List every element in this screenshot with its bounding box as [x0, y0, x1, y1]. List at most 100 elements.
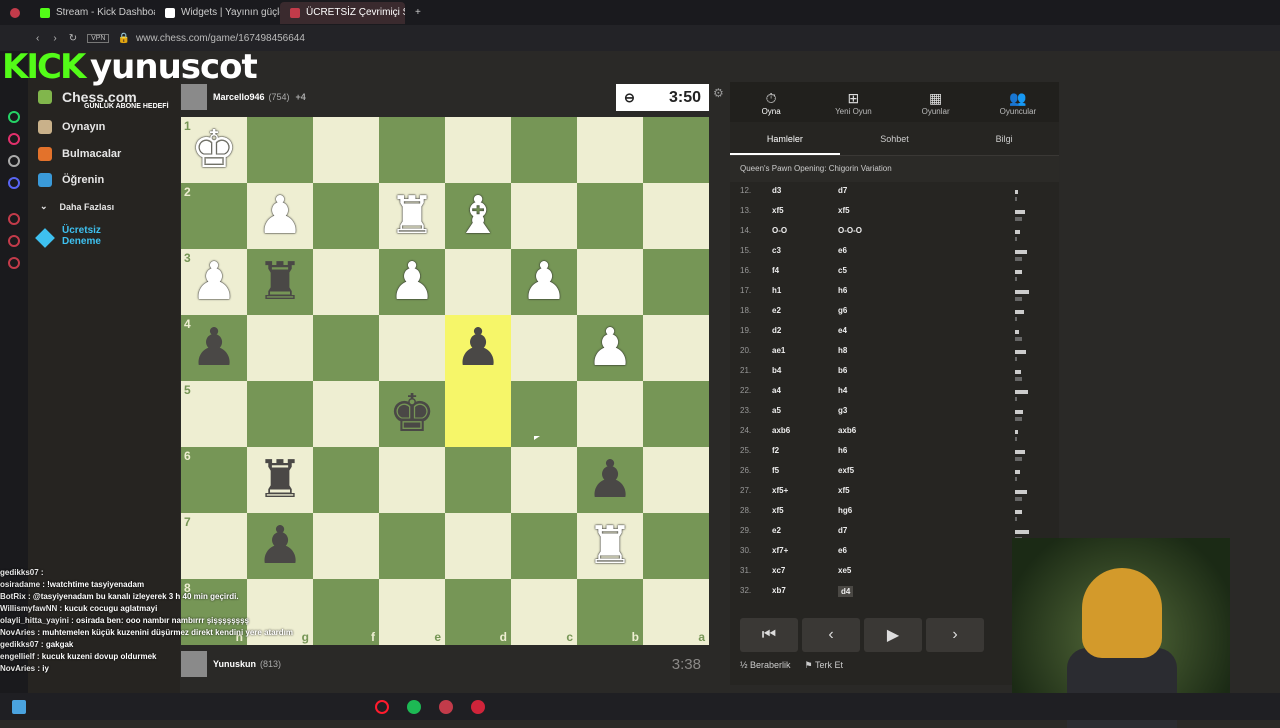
sidebar-icon[interactable] — [8, 111, 20, 123]
board-square[interactable] — [577, 381, 643, 447]
board-square[interactable]: 3 ♟ — [181, 249, 247, 315]
white-bishop[interactable]: ♝ — [455, 190, 502, 242]
chat-username[interactable]: WillismyfawNN — [0, 604, 57, 613]
board-square[interactable]: ♟ — [577, 315, 643, 381]
board-square[interactable] — [313, 249, 379, 315]
x-icon[interactable] — [8, 155, 20, 167]
board-square[interactable] — [247, 117, 313, 183]
tab-new-game[interactable]: ⊞ Yeni Oyun — [812, 82, 894, 122]
board-square[interactable] — [577, 249, 643, 315]
board-square[interactable] — [313, 183, 379, 249]
black-move[interactable]: hg6 — [838, 506, 852, 515]
black-rook[interactable]: ♜ — [257, 256, 304, 308]
tab-moves[interactable]: Hamleler — [730, 122, 840, 155]
board-square[interactable]: 6 — [181, 447, 247, 513]
board-square[interactable] — [577, 117, 643, 183]
tab-games[interactable]: ▦ Oyunlar — [895, 82, 977, 122]
board-square[interactable] — [379, 447, 445, 513]
browser-tab-chess[interactable]: ÜCRETSİZ Çevrimiçi S — [280, 1, 405, 24]
board-square[interactable]: ♜ — [379, 183, 445, 249]
board-square[interactable] — [313, 315, 379, 381]
board-square[interactable]: 4 ♟ — [181, 315, 247, 381]
white-move[interactable]: e2 — [772, 306, 781, 315]
white-move[interactable]: f4 — [772, 266, 779, 275]
white-move[interactable]: d3 — [772, 186, 781, 195]
url-field[interactable]: www.chess.com/game/167498456644 — [136, 33, 305, 44]
board-square[interactable]: ♜ — [247, 249, 313, 315]
white-king[interactable]: ♚ — [191, 124, 238, 176]
board-square[interactable] — [247, 315, 313, 381]
board-square[interactable] — [643, 315, 709, 381]
chat-username[interactable]: olayli_hitta_yayini — [0, 616, 69, 625]
board-square[interactable]: ♟ — [445, 315, 511, 381]
tab-players[interactable]: 👥 Oyuncular — [977, 82, 1059, 122]
nav-more[interactable]: ⌄ Daha Fazlası — [38, 201, 114, 212]
browser-tab-kick[interactable]: Stream - Kick Dashboard — [30, 2, 155, 24]
nav-puzzles[interactable]: Bulmacalar — [38, 147, 121, 161]
board-square[interactable]: d — [445, 579, 511, 645]
white-rook[interactable]: ♜ — [389, 190, 436, 242]
discord-icon[interactable] — [8, 177, 20, 189]
black-rook[interactable]: ♜ — [257, 454, 304, 506]
white-move[interactable]: xf5 — [772, 506, 784, 515]
chat-username[interactable]: BotRix — [0, 592, 26, 601]
white-move[interactable]: d2 — [772, 326, 781, 335]
nav-free-trial[interactable]: Ücretsiz Deneme — [62, 225, 132, 247]
tab-info[interactable]: Bilgi — [949, 122, 1059, 155]
board-square[interactable] — [643, 117, 709, 183]
black-move[interactable]: e4 — [838, 326, 847, 335]
white-move[interactable]: xf5+ — [772, 486, 788, 495]
black-move[interactable]: h6 — [838, 286, 847, 295]
browser-tab-widgets[interactable]: Widgets | Yayının güçlen — [155, 2, 280, 24]
black-move[interactable]: e6 — [838, 246, 847, 255]
black-move[interactable]: g6 — [838, 306, 847, 315]
board-square[interactable] — [445, 249, 511, 315]
board-square[interactable]: ♜ — [247, 447, 313, 513]
history-icon[interactable] — [8, 235, 20, 247]
vpn-badge[interactable]: VPN — [87, 33, 110, 43]
prev-move-button[interactable]: ‹ — [802, 618, 860, 652]
board-square[interactable] — [445, 381, 511, 447]
white-move[interactable]: e2 — [772, 526, 781, 535]
chat-username[interactable]: engellielf — [0, 652, 35, 661]
board-square[interactable]: a — [643, 579, 709, 645]
board-square[interactable] — [313, 117, 379, 183]
white-move[interactable]: xf7+ — [772, 546, 788, 555]
board-square[interactable]: ♟ — [511, 249, 577, 315]
black-move[interactable]: e6 — [838, 546, 847, 555]
board-square[interactable] — [643, 183, 709, 249]
white-move[interactable]: f5 — [772, 466, 779, 475]
draw-button[interactable]: ½ Beraberlik — [740, 660, 791, 671]
chat-username[interactable]: NovAries — [0, 664, 35, 673]
black-move[interactable]: O-O-O — [838, 226, 862, 235]
board-square[interactable] — [379, 315, 445, 381]
black-pawn[interactable]: ♟ — [191, 322, 238, 374]
white-pawn[interactable]: ♟ — [587, 322, 634, 374]
new-tab-button[interactable]: + — [405, 2, 425, 24]
first-move-button[interactable]: ⏮ — [740, 618, 798, 652]
board-square[interactable] — [511, 183, 577, 249]
board-square[interactable]: b — [577, 579, 643, 645]
black-move[interactable]: g3 — [838, 406, 847, 415]
black-move[interactable]: d4 — [838, 586, 854, 597]
spotify-icon[interactable] — [407, 699, 421, 714]
tab-chat[interactable]: Sohbet — [840, 122, 950, 155]
black-pawn[interactable]: ♟ — [455, 322, 502, 374]
black-move[interactable]: h8 — [838, 346, 847, 355]
white-move[interactable]: b4 — [772, 366, 781, 375]
black-move[interactable]: d7 — [838, 526, 847, 535]
white-move[interactable]: ae1 — [772, 346, 785, 355]
settings-icon[interactable] — [8, 213, 20, 225]
last-move-button[interactable]: › — [926, 618, 984, 652]
black-move[interactable]: c5 — [838, 266, 847, 275]
instagram-icon[interactable] — [8, 133, 20, 145]
board-square[interactable] — [643, 447, 709, 513]
board-square[interactable]: 2 — [181, 183, 247, 249]
black-move[interactable]: h4 — [838, 386, 847, 395]
chat-username[interactable]: NovAries — [0, 628, 35, 637]
board-square[interactable] — [445, 447, 511, 513]
board-square[interactable]: ♝ — [445, 183, 511, 249]
white-move[interactable]: axb6 — [772, 426, 790, 435]
board-square[interactable]: e — [379, 579, 445, 645]
board-square[interactable] — [445, 513, 511, 579]
